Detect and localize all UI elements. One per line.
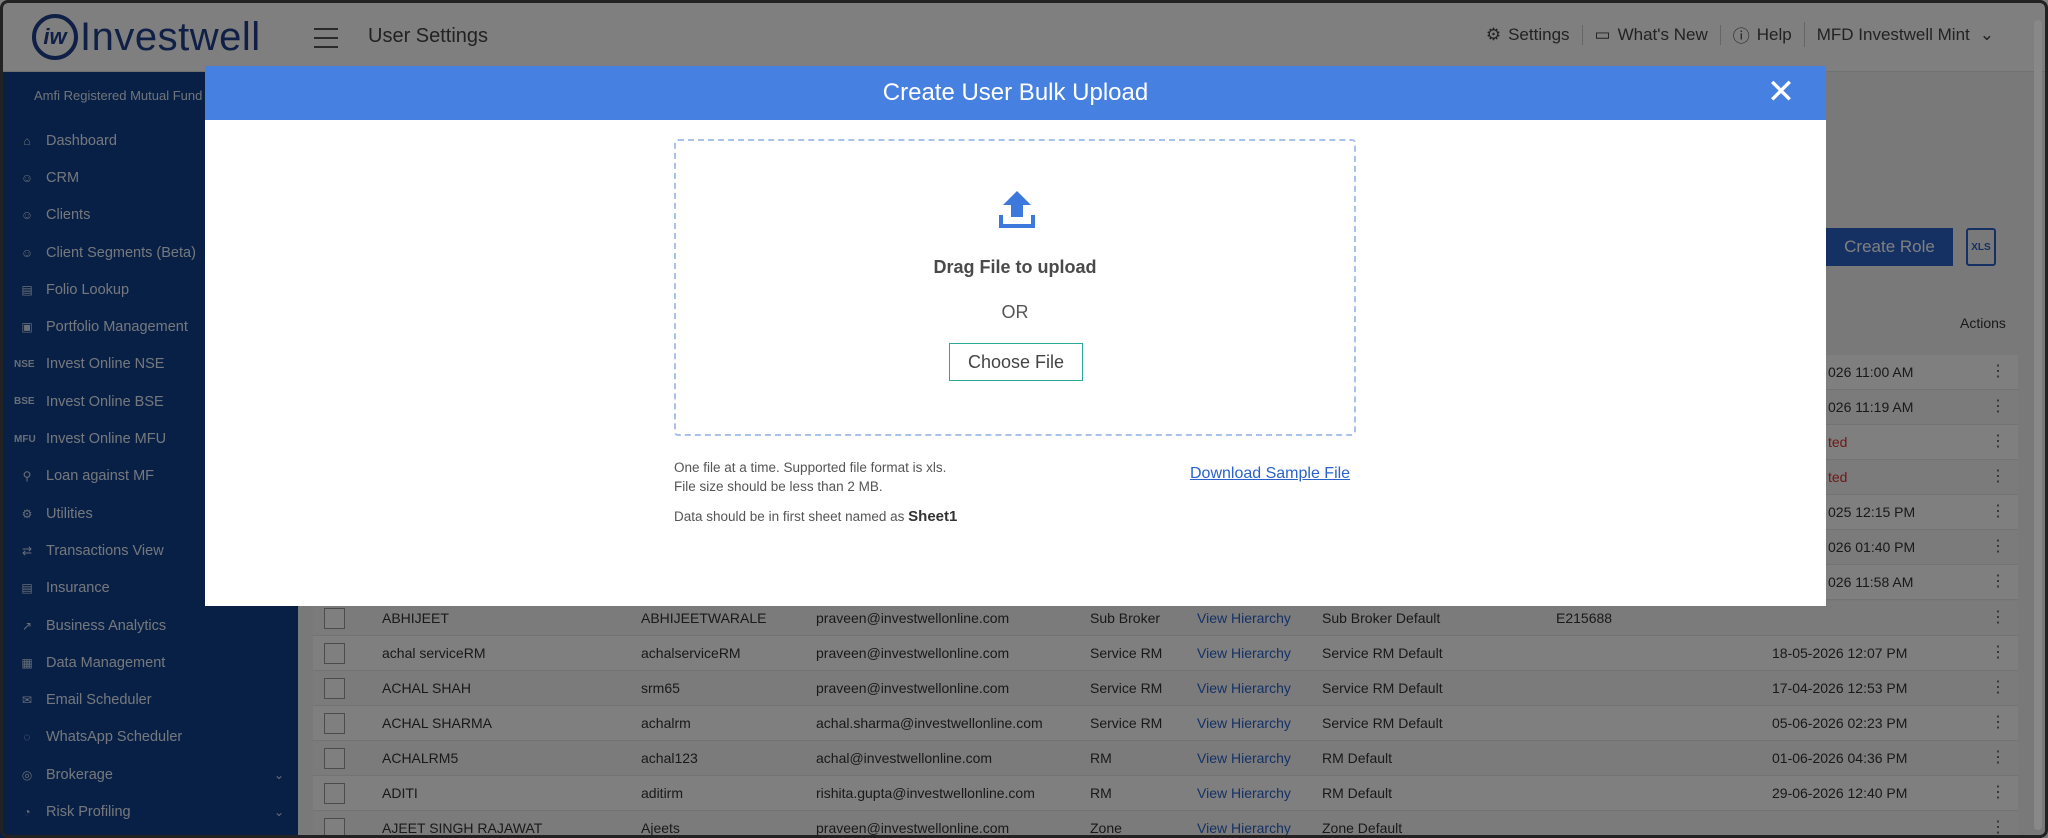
modal-title: Create User Bulk Upload: [882, 79, 1149, 106]
modal-header: Create User Bulk Upload ✕: [205, 66, 1826, 120]
file-dropzone[interactable]: Drag File to upload OR Choose File: [674, 139, 1356, 436]
bulk-upload-modal: Create User Bulk Upload ✕ Drag File to u…: [205, 66, 1826, 606]
note-line-2: File size should be less than 2 MB.: [674, 479, 883, 494]
download-sample-file-link[interactable]: Download Sample File: [1190, 465, 1350, 483]
note-line-1: One file at a time. Supported file forma…: [674, 460, 947, 475]
file-format-note: One file at a time. Supported file forma…: [674, 458, 946, 496]
drag-file-text: Drag File to upload: [933, 257, 1097, 277]
sheet-note: Data should be in first sheet named as S…: [674, 508, 957, 525]
upload-icon: [999, 191, 1035, 228]
sheet-note-text: Data should be in first sheet named as: [674, 509, 905, 524]
choose-file-button[interactable]: Choose File: [949, 343, 1083, 381]
close-icon[interactable]: ✕: [1766, 75, 1796, 109]
sheet-name: Sheet1: [908, 508, 958, 525]
scrollbar[interactable]: [2034, 20, 2042, 830]
or-text: OR: [1001, 302, 1029, 322]
